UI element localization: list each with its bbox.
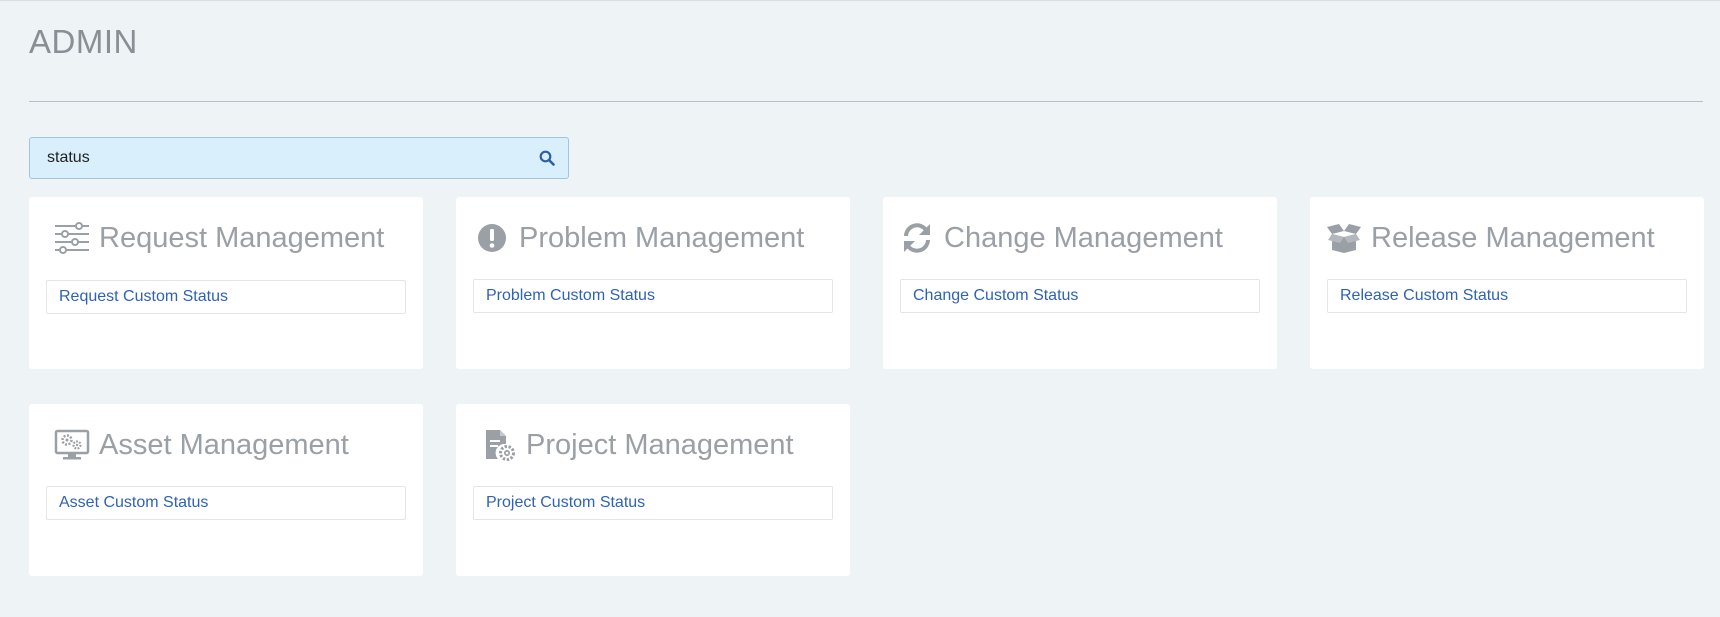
card-release-management: Release Management Release Custom Status bbox=[1310, 197, 1704, 369]
refresh-icon bbox=[898, 221, 936, 255]
card-header: Asset Management bbox=[53, 424, 349, 466]
card-title: Project Management bbox=[526, 428, 794, 461]
search-button[interactable] bbox=[526, 138, 568, 178]
card-header: Project Management bbox=[480, 424, 794, 466]
problem-custom-status-link[interactable]: Problem Custom Status bbox=[473, 279, 833, 313]
card-header: Request Management bbox=[53, 217, 384, 259]
title-divider bbox=[29, 101, 1703, 102]
card-header: Change Management bbox=[898, 217, 1223, 259]
card-title: Request Management bbox=[99, 221, 385, 254]
search-input[interactable] bbox=[30, 138, 526, 178]
card-title: Asset Management bbox=[99, 428, 349, 461]
change-custom-status-link[interactable]: Change Custom Status bbox=[900, 279, 1260, 313]
open-box-icon bbox=[1325, 221, 1363, 255]
page-title: ADMIN bbox=[29, 23, 138, 60]
release-custom-status-link[interactable]: Release Custom Status bbox=[1327, 279, 1687, 313]
sliders-icon bbox=[53, 221, 91, 255]
asset-custom-status-link[interactable]: Asset Custom Status bbox=[46, 486, 406, 520]
card-header: Problem Management bbox=[473, 217, 804, 259]
monitor-gears-icon bbox=[53, 428, 91, 462]
card-change-management: Change Management Change Custom Status bbox=[883, 197, 1277, 369]
card-project-management: Project Management Project Custom Status bbox=[456, 404, 850, 576]
card-problem-management: Problem Management Problem Custom Status bbox=[456, 197, 850, 369]
card-title: Release Management bbox=[1371, 221, 1655, 254]
card-asset-management: Asset Management Asset Custom Status bbox=[29, 404, 423, 576]
project-custom-status-link[interactable]: Project Custom Status bbox=[473, 486, 833, 520]
card-title: Change Management bbox=[944, 221, 1223, 254]
search-icon bbox=[539, 150, 555, 166]
exclamation-circle-icon bbox=[473, 221, 511, 255]
card-header: Release Management bbox=[1325, 217, 1655, 259]
search-box bbox=[29, 137, 569, 179]
request-custom-status-link[interactable]: Request Custom Status bbox=[46, 280, 406, 314]
card-title: Problem Management bbox=[519, 221, 805, 254]
document-gear-icon bbox=[480, 428, 518, 462]
card-request-management: Request Management Request Custom Status bbox=[29, 197, 423, 369]
